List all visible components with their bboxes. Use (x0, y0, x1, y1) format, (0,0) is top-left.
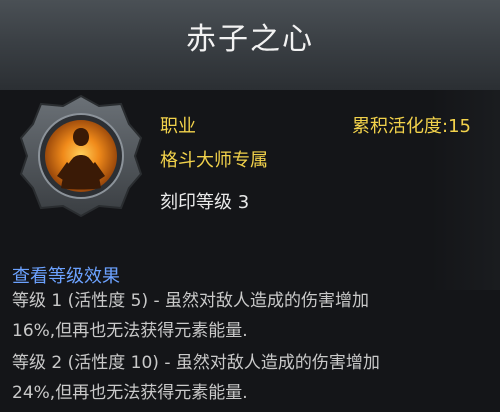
affinity-label-text: 累积活化度: (352, 116, 449, 137)
effect-line: 等级 1 (活性度 5) - 虽然对敌人造成的伤害增加 (12, 291, 370, 311)
engrave-level: 刻印等级 3 (160, 192, 250, 213)
class-name: 格斗大师专属 (160, 150, 268, 171)
effect-line: 16%,但再也无法获得元素能量. (12, 321, 248, 341)
tooltip-title: 赤子之心 (186, 22, 314, 57)
title-bar: 赤子之心 (0, 0, 500, 91)
effect-line: 24%,但再也无法获得元素能量. (12, 383, 248, 403)
effect-line: 等级 2 (活性度 10) - 虽然对敌人造成的伤害增加 (12, 353, 380, 373)
engraving-tooltip: 赤子之心 职业 累积活化度:15 格斗大师专属 刻印等级 3 查看等级效果 等级… (0, 0, 500, 412)
affinity-label: 累积活化度:15 (352, 112, 471, 138)
engraving-icon (17, 92, 145, 220)
affinity-value: 15 (448, 116, 471, 137)
class-label: 职业 (160, 116, 196, 137)
fighter-silhouette-icon (19, 94, 143, 218)
view-level-effects-link[interactable]: 查看等级效果 (12, 262, 120, 288)
